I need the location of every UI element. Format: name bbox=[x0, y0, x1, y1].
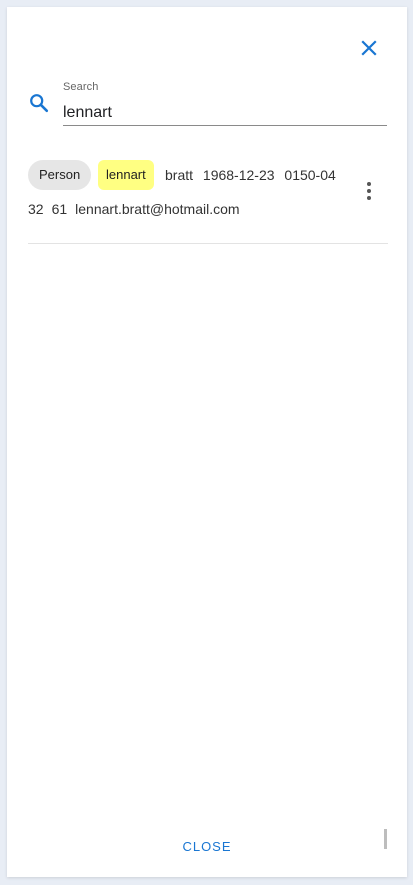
result-email: lennart.bratt@hotmail.com bbox=[75, 201, 240, 217]
search-result-row[interactable]: Person lennart bratt 1968-12-23 0150-04 … bbox=[28, 159, 388, 244]
close-button[interactable]: CLOSE bbox=[173, 835, 241, 859]
search-icon bbox=[30, 94, 49, 113]
scrollbar-thumb[interactable] bbox=[384, 829, 387, 849]
type-chip: Person bbox=[28, 160, 92, 190]
result-detail-part: 32 bbox=[28, 201, 44, 217]
close-icon[interactable] bbox=[359, 38, 379, 58]
more-vert-icon[interactable] bbox=[359, 179, 379, 203]
result-detail-part: 61 bbox=[51, 201, 68, 217]
result-details: bratt 1968-12-23 0150-04 bbox=[165, 167, 336, 183]
search-label: Search bbox=[63, 81, 99, 93]
search-dialog: Search Person lennart bratt 1968-12-23 0… bbox=[7, 7, 407, 877]
search-input[interactable] bbox=[63, 100, 387, 126]
result-details-continued: 32 61 lennart.bratt@hotmail.com bbox=[28, 201, 248, 217]
highlighted-match: lennart bbox=[98, 160, 154, 190]
